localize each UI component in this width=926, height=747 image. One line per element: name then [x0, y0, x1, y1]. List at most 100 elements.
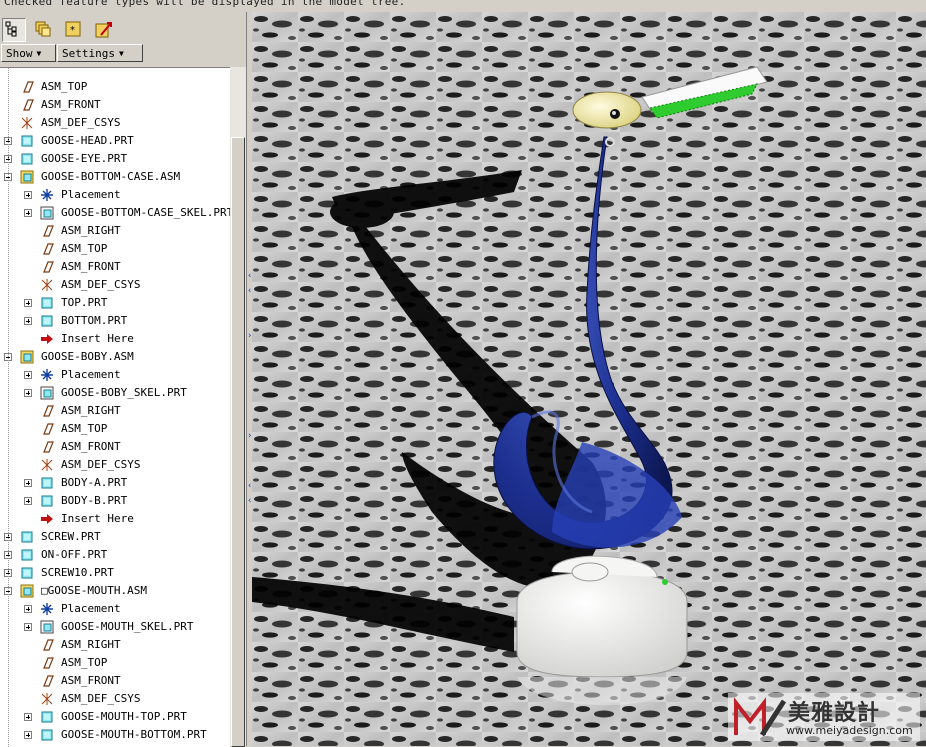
tree-item[interactable]: ASM_RIGHT	[0, 636, 230, 654]
tree-item[interactable]: ASM_DEF_CSYS	[0, 114, 230, 132]
tree-item-label: GOOSE-BOBY_SKEL.PRT	[61, 386, 187, 399]
tree-item[interactable]: ASM_TOP	[0, 654, 230, 672]
skeleton-icon	[40, 206, 54, 220]
part-icon	[20, 548, 34, 562]
tree-item[interactable]: ON-OFF.PRT	[0, 546, 230, 564]
tree-item[interactable]: GOOSE-BOBY_SKEL.PRT	[0, 384, 230, 402]
goose-base	[516, 555, 688, 706]
tree-item[interactable]: GOOSE-HEAD.PRT	[0, 132, 230, 150]
tree-item-label: ASM_TOP	[61, 656, 108, 669]
tree-item[interactable]: □GOOSE-MOUTH.ASM	[0, 582, 230, 600]
part-icon	[40, 710, 54, 724]
tree-item-label: GOOSE-MOUTH-TOP.PRT	[61, 710, 187, 723]
tree-item-label: GOOSE-MOUTH_SKEL.PRT	[61, 620, 194, 633]
tree-item-label: ASM_DEF_CSYS	[61, 458, 141, 471]
tree-item[interactable]: Insert Here	[0, 510, 230, 528]
tree-item-label: ASM_DEF_CSYS	[61, 692, 141, 705]
expand-icon[interactable]	[24, 389, 32, 397]
expand-icon[interactable]	[24, 299, 32, 307]
tree-item[interactable]: ASM_TOP	[0, 78, 230, 96]
tree-item-label: GOOSE-EYE.PRT	[41, 152, 128, 165]
tree-item-label: ASM_RIGHT	[61, 224, 121, 237]
expand-icon[interactable]	[24, 371, 32, 379]
tree-item[interactable]: Placement	[0, 186, 230, 204]
skeleton-icon	[40, 386, 54, 400]
status-bar: Checked feature types will be displayed …	[0, 0, 926, 12]
show-menu-button[interactable]: Show ▼	[1, 44, 56, 62]
tree-item[interactable]: GOOSE-BOTTOM-CASE_SKEL.PRT	[0, 204, 230, 222]
tree-scrollbar[interactable]	[230, 67, 246, 747]
insert-arrow-icon	[40, 332, 54, 346]
watermark-logo: 美雅設計 www.meiyadesign.com	[728, 693, 920, 741]
tree-item-label: SCREW10.PRT	[41, 566, 114, 579]
tree-item[interactable]: Placement	[0, 366, 230, 384]
tree-item[interactable]: ASM_DEF_CSYS	[0, 276, 230, 294]
settings-icon[interactable]: *	[62, 18, 86, 42]
tree-item[interactable]: GOOSE-MOUTH-TOP.PRT	[0, 708, 230, 726]
tree-item[interactable]: ASM_DEF_CSYS	[0, 690, 230, 708]
tree-item[interactable]: BOTTOM.PRT	[0, 312, 230, 330]
tree-item[interactable]: ASM_TOP	[0, 420, 230, 438]
placement-icon	[40, 188, 54, 202]
tree-item[interactable]: ASM_RIGHT	[0, 222, 230, 240]
tree-item[interactable]: ASM_FRONT	[0, 438, 230, 456]
tree-item[interactable]: GOOSE-EYE.PRT	[0, 150, 230, 168]
tree-item-label: TOP.PRT	[61, 296, 108, 309]
expand-icon[interactable]	[24, 317, 32, 325]
tree-item-label: ASM_FRONT	[61, 260, 121, 273]
expand-icon[interactable]	[24, 479, 32, 487]
csys-icon	[40, 692, 54, 706]
expand-icon[interactable]	[24, 497, 32, 505]
model-tree-icon[interactable]	[2, 18, 26, 42]
tree-item[interactable]: GOOSE-BOTTOM-CASE.ASM	[0, 168, 230, 186]
tree-item-label: GOOSE-MOUTH-BOTTOM.PRT	[61, 728, 207, 741]
model-tree: ASM_TOP ASM_FRONT ASM_DEF_CSYS GOOSE-HEAD.P…	[0, 67, 230, 747]
expand-icon[interactable]	[24, 605, 32, 613]
part-icon	[20, 566, 34, 580]
tree-item[interactable]: SCREW10.PRT	[0, 564, 230, 582]
expand-icon[interactable]	[24, 713, 32, 721]
tree-item-label: BODY-A.PRT	[61, 476, 128, 489]
status-text: Checked feature types will be displayed …	[4, 0, 406, 8]
tree-guide-line	[8, 68, 9, 747]
tree-item[interactable]: BODY-B.PRT	[0, 492, 230, 510]
datum-plane-icon	[40, 656, 54, 670]
tree-item[interactable]: Insert Here	[0, 330, 230, 348]
expand-icon[interactable]	[24, 731, 32, 739]
tree-item-label: GOOSE-BOTTOM-CASE.ASM	[41, 170, 181, 183]
tree-item[interactable]: ASM_FRONT	[0, 96, 230, 114]
tree-item[interactable]: GOOSE-MOUTH-BOTTOM.PRT	[0, 726, 230, 744]
expand-icon[interactable]	[24, 191, 32, 199]
show-icon[interactable]	[92, 18, 116, 42]
watermark-title: 美雅設計	[788, 700, 881, 726]
settings-menu-button[interactable]: Settings ▼	[57, 44, 143, 62]
expand-icon[interactable]	[24, 209, 32, 217]
rendered-scene	[252, 12, 926, 746]
insert-arrow-icon	[40, 512, 54, 526]
tree-item[interactable]: ASM_TOP	[0, 240, 230, 258]
tree-item[interactable]: GOOSE-BOBY.ASM	[0, 348, 230, 366]
scrollbar-thumb[interactable]	[231, 137, 245, 747]
tree-item[interactable]: GOOSE-MOUTH_SKEL.PRT	[0, 618, 230, 636]
tree-item-label: ASM_RIGHT	[61, 404, 121, 417]
tree-item-label: ON-OFF.PRT	[41, 548, 108, 561]
datum-plane-icon	[40, 674, 54, 688]
tree-item-label: GOOSE-BOTTOM-CASE_SKEL.PRT	[61, 206, 230, 219]
part-icon	[20, 134, 34, 148]
graphics-viewport[interactable]	[252, 12, 926, 746]
part-icon	[40, 296, 54, 310]
tree-item-label: ASM_DEF_CSYS	[61, 278, 141, 291]
datum-plane-icon	[40, 242, 54, 256]
tree-item[interactable]: SCREW.PRT	[0, 528, 230, 546]
tree-item[interactable]: Placement	[0, 600, 230, 618]
tree-item[interactable]: ASM_FRONT	[0, 258, 230, 276]
expand-icon[interactable]	[24, 623, 32, 631]
datum-plane-icon	[40, 638, 54, 652]
layers-icon[interactable]	[32, 18, 56, 42]
tree-item[interactable]: TOP.PRT	[0, 294, 230, 312]
tree-item-label: Placement	[61, 188, 121, 201]
tree-item[interactable]: ASM_DEF_CSYS	[0, 456, 230, 474]
tree-item[interactable]: BODY-A.PRT	[0, 474, 230, 492]
tree-item[interactable]: ASM_RIGHT	[0, 402, 230, 420]
tree-item[interactable]: ASM_FRONT	[0, 672, 230, 690]
